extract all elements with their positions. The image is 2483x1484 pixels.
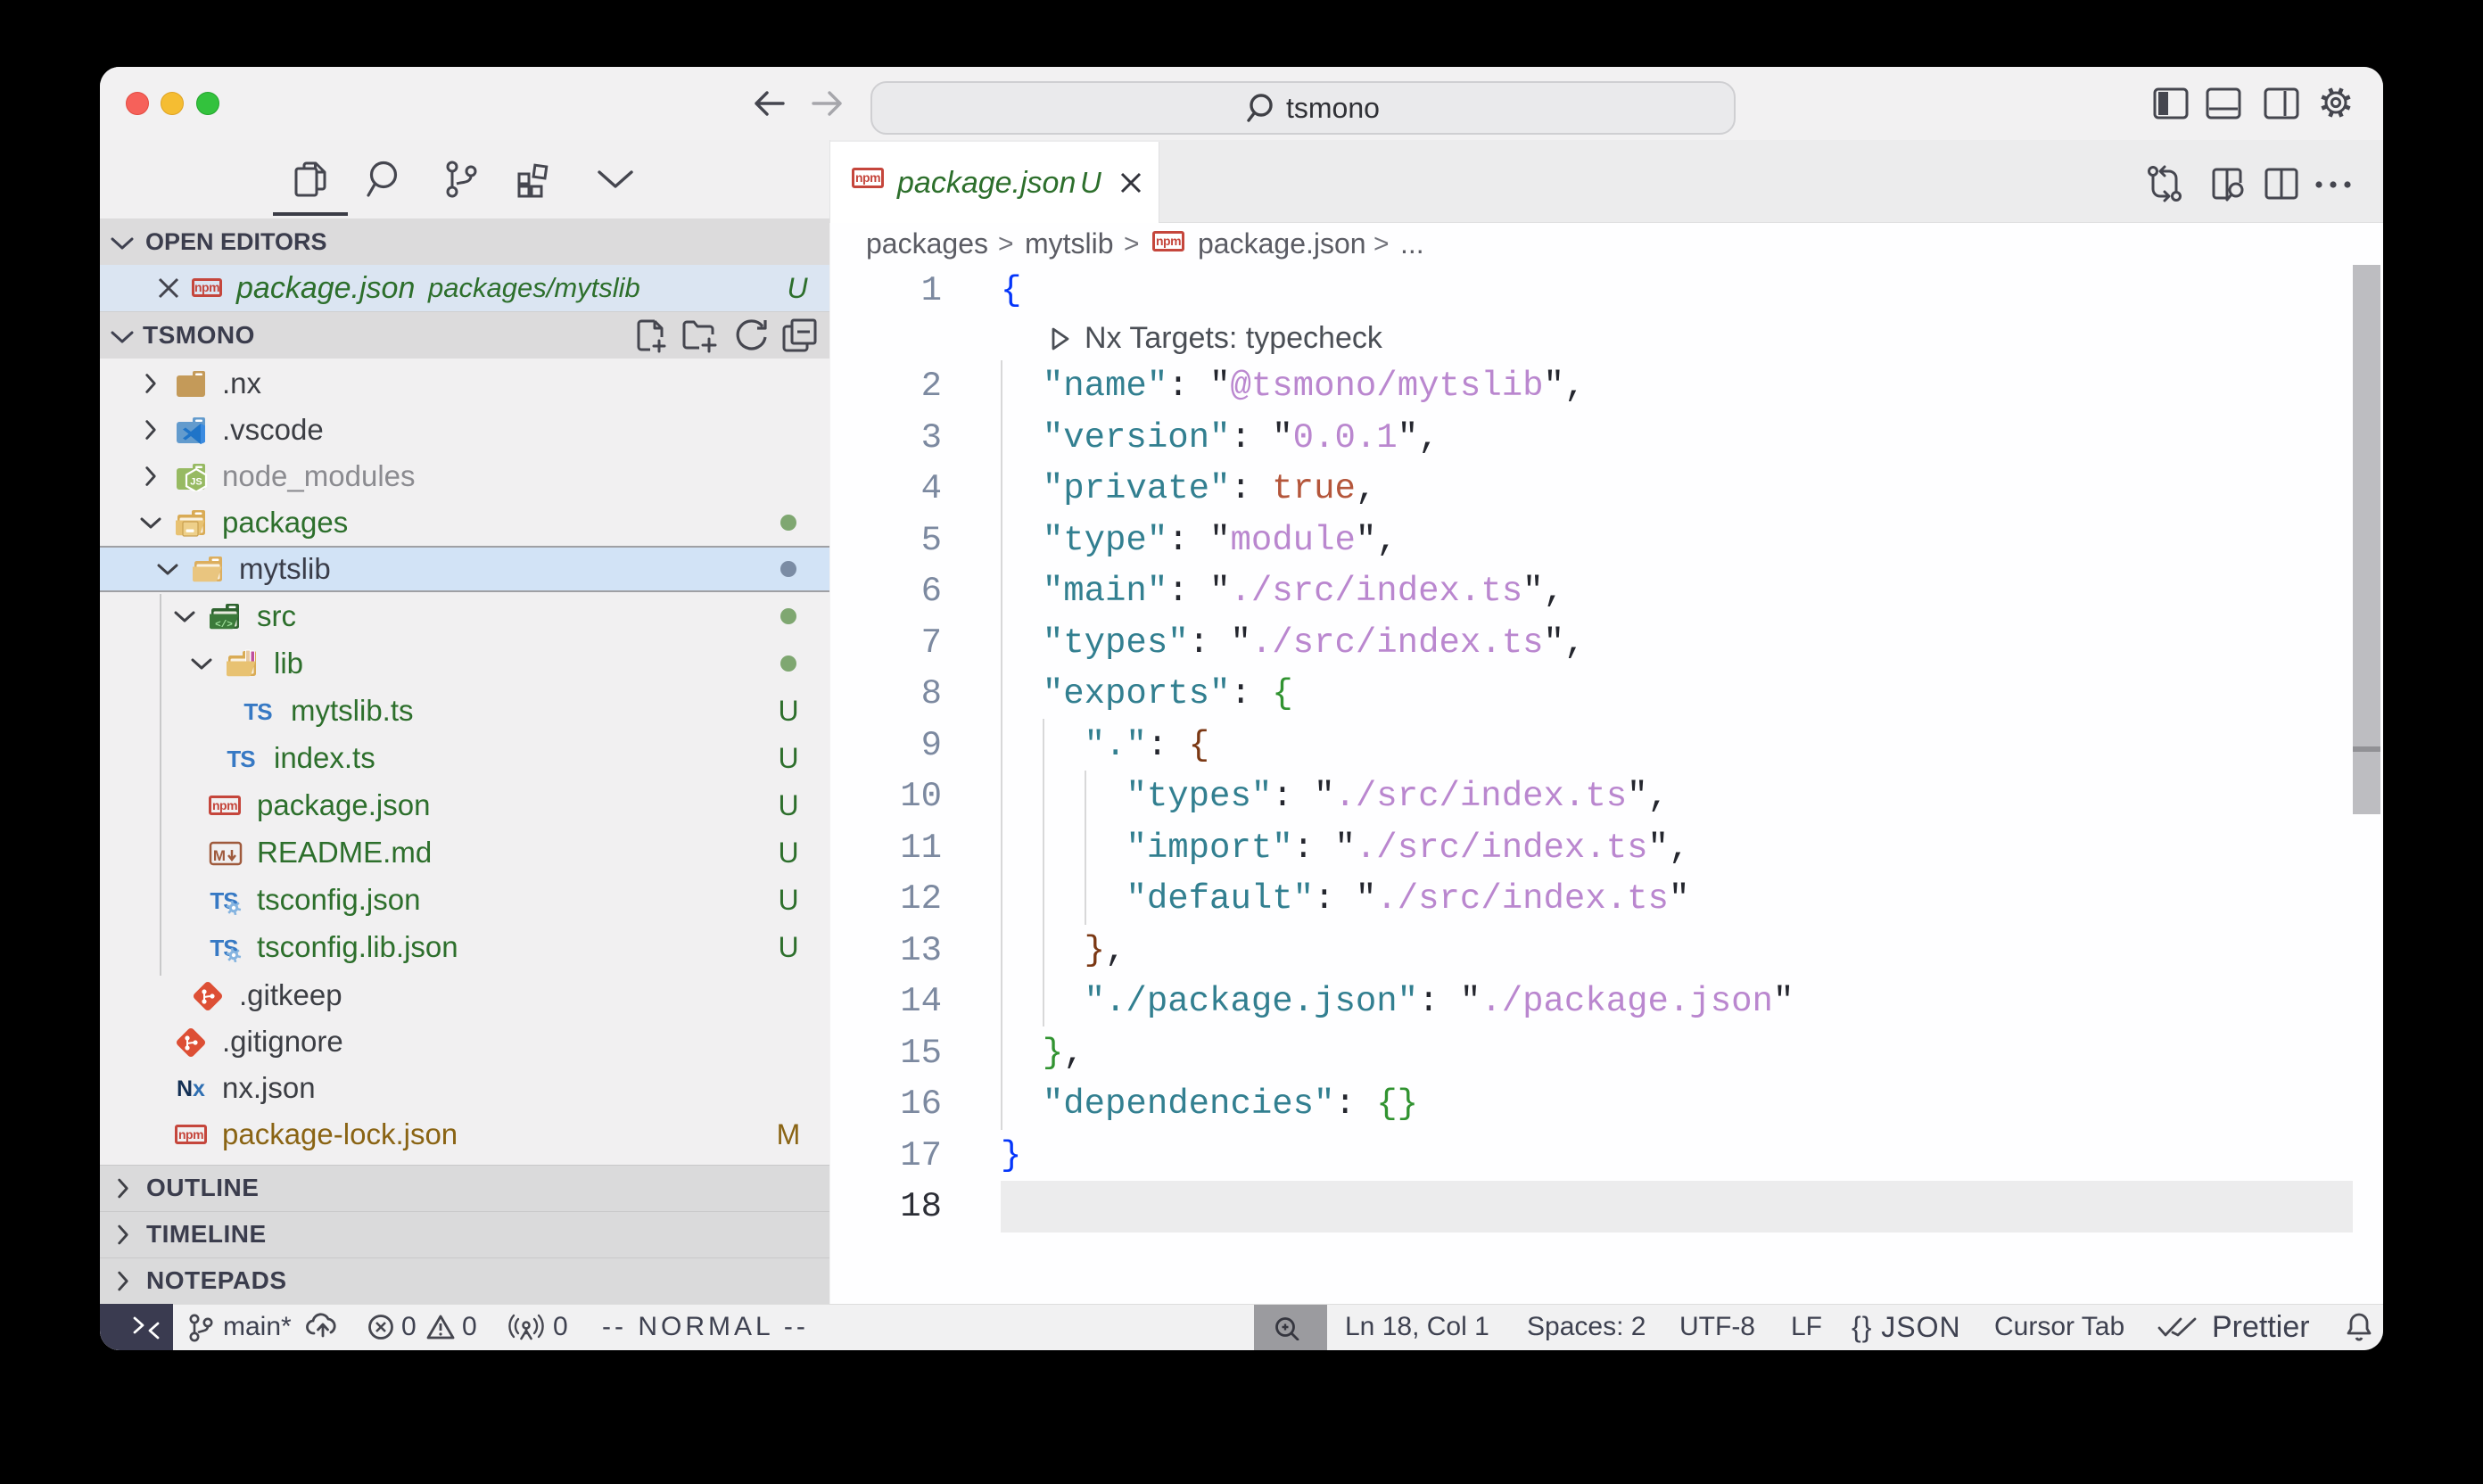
- svg-text:N: N: [177, 1076, 193, 1101]
- svg-text:</>: </>: [215, 620, 233, 631]
- svg-text:x: x: [193, 1076, 205, 1101]
- svg-text:TS: TS: [227, 746, 255, 772]
- svg-text:JS: JS: [190, 477, 202, 488]
- svg-text:M: M: [213, 847, 226, 864]
- svg-text:TS: TS: [243, 698, 272, 725]
